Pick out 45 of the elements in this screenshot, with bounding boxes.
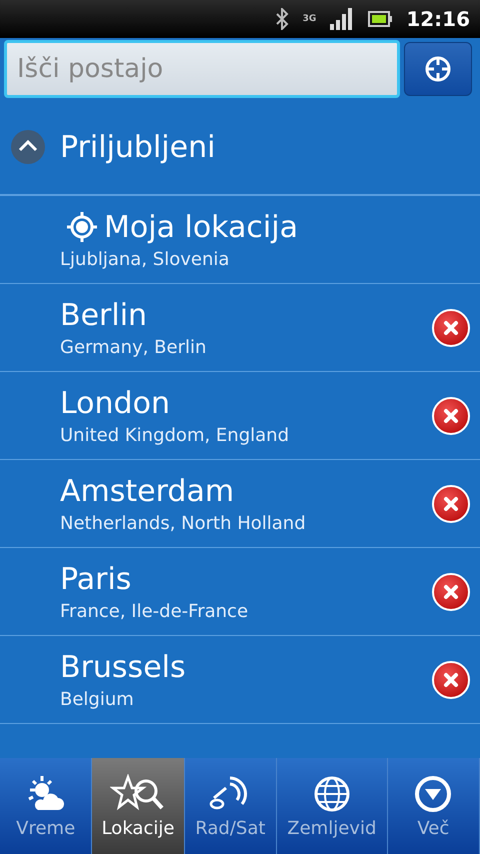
location-row[interactable]: Berlin Germany, Berlin xyxy=(0,284,480,372)
location-row[interactable]: Paris France, Ile-de-France xyxy=(0,548,480,636)
crosshair-icon xyxy=(66,211,98,243)
tab[interactable]: Zemljevid xyxy=(277,758,388,854)
remove-button[interactable] xyxy=(432,308,470,346)
location-region: Netherlands, North Holland xyxy=(60,512,307,534)
globe-icon xyxy=(312,774,352,814)
group-title: Priljubljeni xyxy=(60,130,216,164)
tab[interactable]: Rad/Sat xyxy=(184,758,278,854)
tab[interactable]: Več xyxy=(388,758,480,854)
location-name: Berlin xyxy=(60,298,148,332)
remove-button[interactable] xyxy=(432,572,470,610)
location-name: London xyxy=(60,386,170,420)
search-field[interactable]: Išči postajo xyxy=(4,40,400,98)
close-icon xyxy=(442,670,460,688)
bluetooth-icon xyxy=(274,8,289,30)
location-region: France, Ile-de-France xyxy=(60,600,250,622)
clock: 12:16 xyxy=(406,7,470,31)
remove-button[interactable] xyxy=(432,660,470,698)
remove-button[interactable] xyxy=(432,396,470,434)
locate-button[interactable] xyxy=(404,42,472,96)
close-icon xyxy=(442,582,460,600)
location-region: Belgium xyxy=(60,688,135,710)
location-region: United Kingdom, England xyxy=(60,424,290,446)
location-region: Germany, Berlin xyxy=(60,336,208,358)
location-name: Moja lokacija xyxy=(104,210,298,244)
location-name: Paris xyxy=(60,562,132,596)
location-row[interactable]: Moja lokacija Ljubljana, Slovenia xyxy=(0,196,480,284)
location-row[interactable]: Amsterdam Netherlands, North Holland xyxy=(0,460,480,548)
remove-button[interactable] xyxy=(432,484,470,522)
crosshair-icon xyxy=(423,54,453,84)
location-row[interactable]: Brussels Belgium xyxy=(0,636,480,724)
location-name: Brussels xyxy=(60,650,186,684)
collapse-button[interactable] xyxy=(10,129,46,165)
close-icon xyxy=(442,406,460,424)
close-icon xyxy=(442,318,460,336)
location-name: Amsterdam xyxy=(60,474,234,508)
tab[interactable]: Lokacije xyxy=(92,758,185,854)
battery-icon xyxy=(368,11,392,27)
location-region: Ljubljana, Slovenia xyxy=(60,248,230,270)
dropdown-circle-icon xyxy=(413,774,454,814)
network-type: 3G xyxy=(302,14,316,24)
signal-icon xyxy=(330,8,354,30)
location-row[interactable]: London United Kingdom, England xyxy=(0,372,480,460)
close-icon xyxy=(442,494,460,512)
